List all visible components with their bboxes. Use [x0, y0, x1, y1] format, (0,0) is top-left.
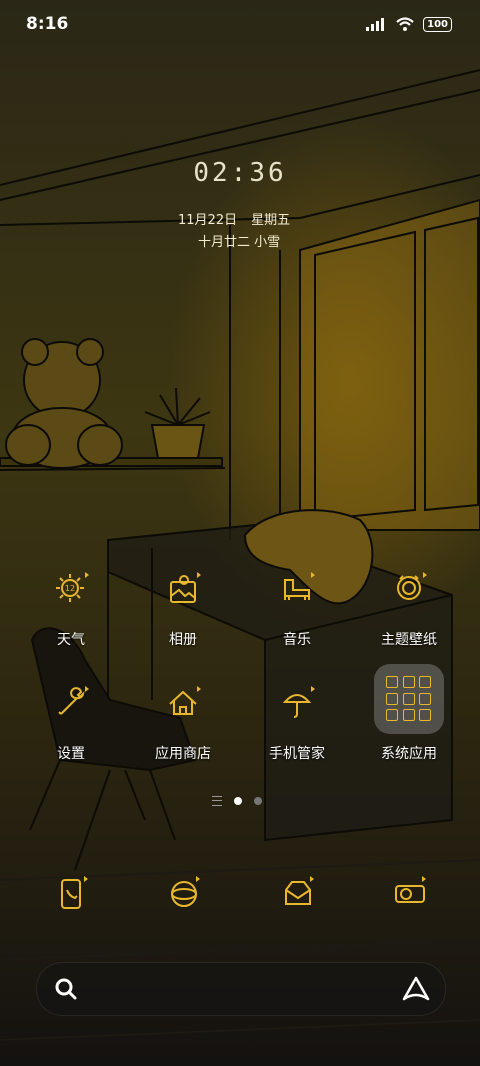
signal-icon — [366, 18, 385, 31]
folder-app-icon — [419, 692, 432, 705]
phone-icon[interactable] — [48, 870, 96, 918]
folder-app-icon — [402, 676, 415, 688]
folder-app-icon — [402, 692, 415, 705]
wifi-icon — [396, 17, 414, 31]
folder-app-icon — [419, 676, 432, 688]
app-themes[interactable]: 主题壁纸 — [354, 566, 464, 649]
browser-icon[interactable] — [160, 870, 208, 918]
app-label: 音乐 — [283, 632, 311, 648]
app-store-icon — [159, 680, 207, 728]
search-icon — [55, 978, 77, 1000]
app-label: 相册 — [169, 632, 197, 648]
weekday-label: 星期五 — [251, 213, 291, 228]
settings-icon — [47, 680, 95, 728]
app-settings[interactable]: 设置 — [16, 680, 126, 763]
app-store[interactable]: 应用商店 — [128, 680, 238, 763]
security-icon — [273, 680, 321, 728]
camera-icon[interactable] — [386, 870, 434, 918]
app-label: 系统应用 — [381, 746, 437, 762]
folder-app-icon — [402, 709, 415, 722]
battery-level: 100 — [427, 18, 448, 30]
page-indicator[interactable] — [212, 796, 262, 806]
app-label: 应用商店 — [155, 746, 211, 762]
weather-icon-text: 12 — [65, 584, 75, 593]
page-dot[interactable] — [254, 797, 262, 805]
app-list-icon[interactable] — [212, 796, 222, 806]
folder-app-icon — [386, 692, 398, 705]
status-bar: 8:16 100 — [0, 0, 480, 50]
themes-icon — [385, 566, 433, 614]
app-label: 主题壁纸 — [381, 632, 437, 648]
app-gallery[interactable]: 相册 — [128, 566, 238, 649]
search-bar[interactable] — [36, 962, 446, 1016]
app-security[interactable]: 手机管家 — [242, 680, 352, 763]
system-apps-folder[interactable] — [374, 664, 444, 734]
assistant-icon[interactable] — [401, 975, 431, 1003]
weather-icon: 12 — [47, 566, 95, 614]
app-label: 手机管家 — [269, 746, 325, 762]
app-label: 天气 — [57, 632, 85, 648]
app-music[interactable]: 音乐 — [242, 566, 352, 649]
date-label: 11月22日 — [178, 213, 238, 228]
music-icon — [273, 566, 321, 614]
lunar-date: 十月廿二 小雪 — [198, 235, 281, 250]
clock-date: 11月22日 星期五 — [178, 209, 304, 228]
status-time: 8:16 — [26, 14, 69, 34]
app-weather[interactable]: 12 天气 — [16, 566, 126, 649]
messages-icon[interactable] — [274, 870, 322, 918]
folder-app-icon — [386, 676, 398, 688]
page-dot-active[interactable] — [234, 797, 242, 805]
clock-time[interactable]: 02:36 — [0, 158, 480, 188]
battery-icon: 100 — [423, 16, 452, 32]
folder-app-icon — [419, 709, 432, 722]
folder-app-icon — [386, 709, 398, 722]
gallery-icon — [159, 566, 207, 614]
app-label: 设置 — [57, 746, 85, 762]
